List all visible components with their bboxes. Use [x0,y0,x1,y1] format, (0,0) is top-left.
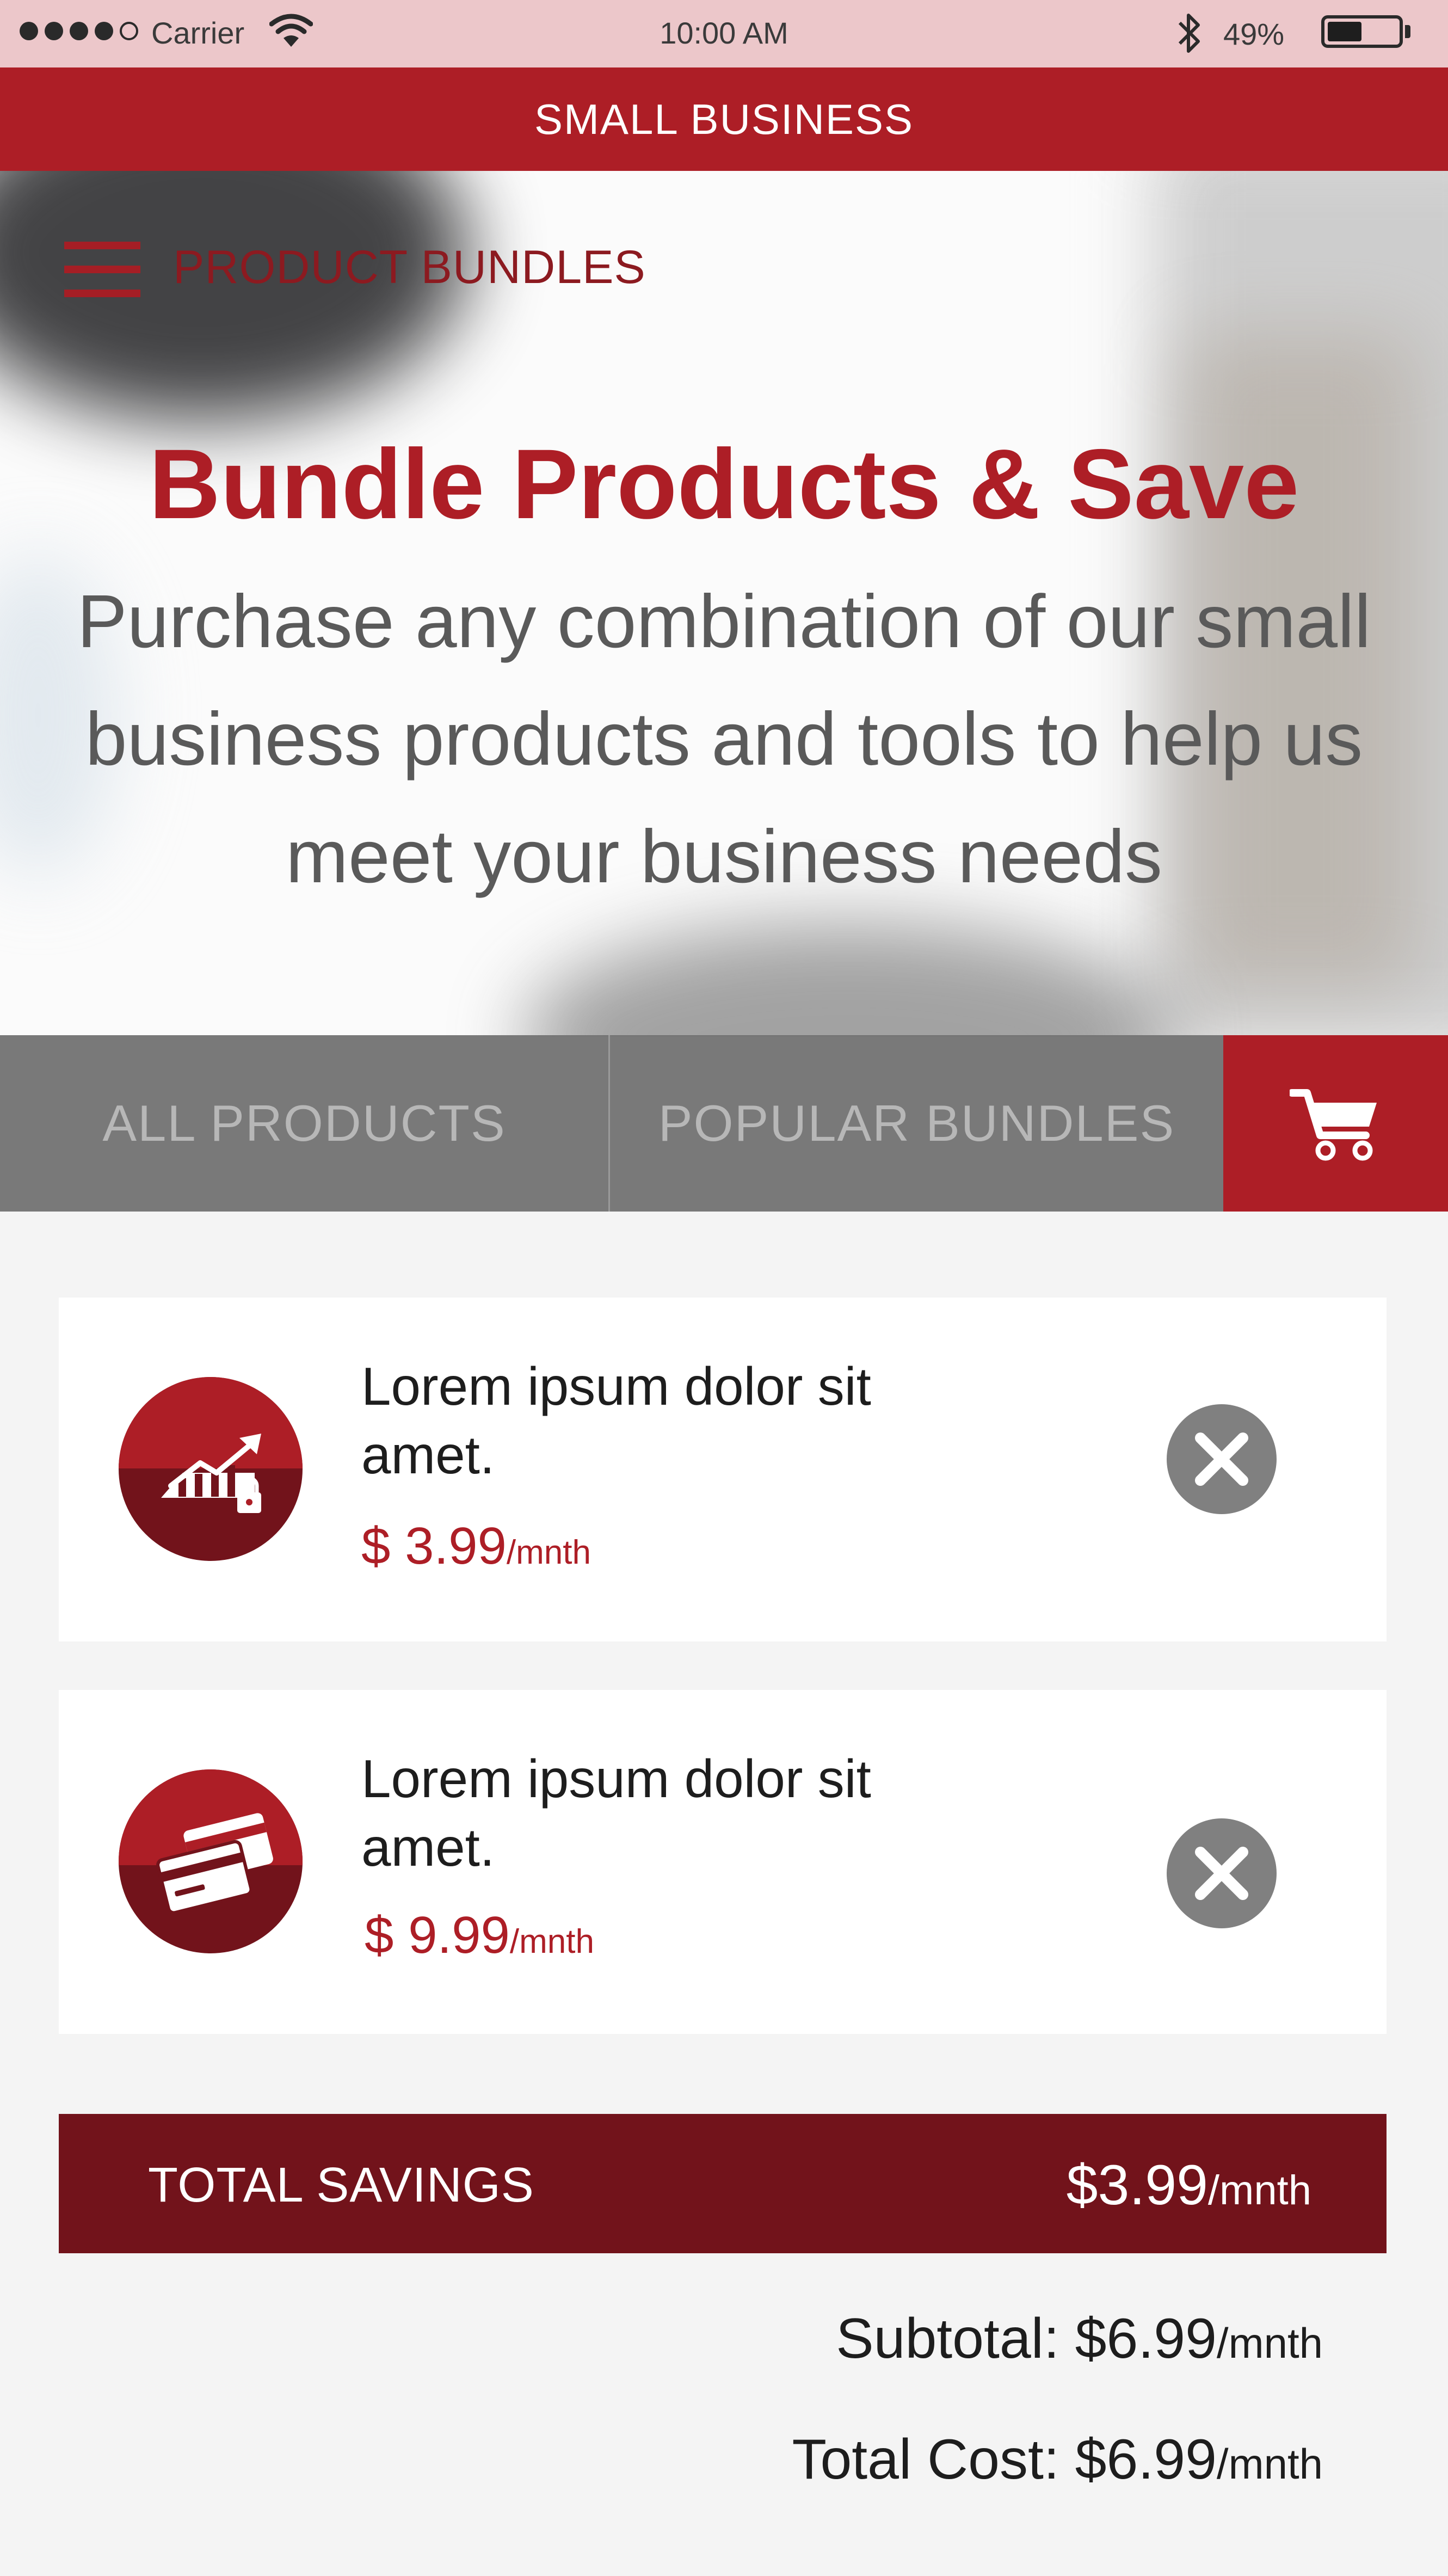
subtotal-line: Subtotal: $6.99/mnth [836,2307,1323,2371]
total-cost-value: $6.99 [1075,2428,1217,2491]
bundle-item-price: $ 9.99/mnth [365,1905,594,1965]
menu-icon[interactable] [64,242,140,297]
credit-cards-icon [119,1769,303,1953]
battery-tip [1405,25,1410,38]
hero-banner: PRODUCT BUNDLES Bundle Products & Save P… [0,171,1448,1036]
tab-all-products[interactable]: ALL PRODUCTS [0,1035,610,1212]
tab-bar: ALL PRODUCTS POPULAR BUNDLES [0,1035,1448,1212]
bundle-item-price: $ 3.99/mnth [361,1516,591,1576]
hero-subtitle: Purchase any combination of our small bu… [77,580,1371,899]
subtotal-label: Subtotal: [836,2307,1059,2370]
growth-chart-lock-icon [119,1377,303,1561]
close-icon [1195,1433,1248,1486]
app-title: SMALL BUSINESS [534,95,914,143]
remove-item-button[interactable] [1167,1404,1277,1514]
close-icon [1195,1847,1248,1900]
bluetooth-icon [1178,14,1200,53]
price-period: /mnth [506,1534,591,1571]
battery-icon [1321,15,1403,48]
savings-period: /mnth [1207,2167,1311,2214]
price-amount: $ 9.99 [365,1906,510,1964]
status-bar: Carrier 10:00 AM 49% [0,0,1448,67]
bundle-item-card: Lorem ipsum dolor sit amet. $ 9.99/mnth [59,1690,1387,2034]
tab-popular-bundles[interactable]: POPULAR BUNDLES [610,1035,1223,1212]
subtotal-value: $6.99 [1075,2307,1217,2370]
total-savings-bar: TOTAL SAVINGS $3.99/mnth [59,2114,1387,2253]
price-period: /mnth [509,1923,594,1960]
total-savings-label: TOTAL SAVINGS [148,2158,534,2212]
cart-button[interactable] [1223,1035,1448,1212]
bundle-item-name: Lorem ipsum dolor sit amet. [361,1749,871,1877]
total-cost-label: Total Cost: [792,2428,1059,2491]
page-title: PRODUCT BUNDLES [173,241,646,293]
battery-level-fill [1328,22,1361,41]
savings-amount: $3.99 [1066,2154,1208,2217]
bundle-item-name: Lorem ipsum dolor sit amet. [361,1356,871,1485]
remove-item-button[interactable] [1167,1818,1277,1928]
hero-title: Bundle Products & Save [149,428,1299,539]
app-header: SMALL BUSINESS [0,67,1448,171]
total-cost-line: Total Cost: $6.99/mnth [792,2427,1323,2492]
total-savings-value: $3.99/mnth [1067,2153,1311,2218]
cart-icon [1289,1089,1377,1161]
price-amount: $ 3.99 [361,1517,507,1575]
subtotal-period: /mnth [1216,2319,1323,2367]
total-cost-period: /mnth [1216,2440,1323,2488]
battery-percentage: 49% [1223,17,1285,51]
bundle-item-card: Lorem ipsum dolor sit amet. $ 3.99/mnth [59,1298,1387,1641]
